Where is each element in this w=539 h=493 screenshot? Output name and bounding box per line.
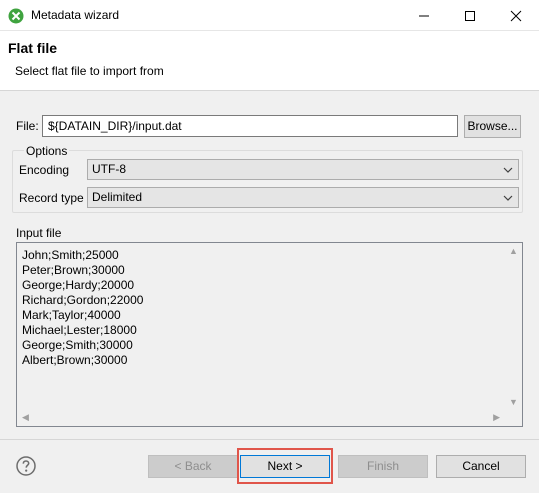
page-description: Select flat file to import from — [15, 64, 164, 78]
input-file-lines: John;Smith;25000 Peter;Brown;30000 Georg… — [22, 248, 143, 368]
record-type-select[interactable]: Delimited — [87, 187, 519, 208]
minimize-button[interactable] — [401, 0, 447, 31]
wizard-banner: Flat file Select flat file to import fro… — [0, 31, 539, 91]
record-type-label: Record type — [19, 191, 84, 205]
input-line: George;Smith;30000 — [22, 338, 133, 352]
page-title: Flat file — [8, 40, 58, 56]
footer-separator — [0, 439, 539, 440]
input-line: Mark;Taylor;40000 — [22, 308, 121, 322]
title-bar: Metadata wizard — [0, 0, 539, 31]
encoding-label: Encoding — [19, 163, 70, 177]
scroll-up-icon[interactable]: ▲ — [509, 246, 518, 256]
input-line: George;Hardy;20000 — [22, 278, 135, 292]
encoding-select[interactable]: UTF-8 — [87, 159, 519, 180]
input-file-label: Input file — [16, 226, 62, 240]
maximize-button[interactable] — [447, 0, 493, 31]
scroll-left-icon[interactable]: ◀ — [22, 412, 29, 423]
back-button[interactable]: < Back — [148, 455, 238, 478]
options-group-label: Options — [24, 144, 70, 158]
metadata-wizard-icon — [8, 8, 24, 24]
vertical-scrollbar[interactable]: ▲ ▼ — [505, 243, 522, 410]
next-button[interactable]: Next > — [240, 455, 330, 478]
browse-button[interactable]: Browse... — [464, 115, 521, 138]
finish-button[interactable]: Finish — [338, 455, 428, 478]
horizontal-scrollbar[interactable]: ◀ ▶ — [17, 409, 505, 426]
input-line: Richard;Gordon;22000 — [22, 293, 144, 307]
minimize-icon — [419, 15, 429, 17]
file-path-input[interactable]: ${DATAIN_DIR}/input.dat — [42, 115, 458, 137]
chevron-down-icon — [503, 195, 513, 201]
maximize-icon — [465, 11, 475, 21]
close-button[interactable] — [493, 0, 539, 31]
cancel-button[interactable]: Cancel — [436, 455, 526, 478]
input-line: Michael;Lester;18000 — [22, 323, 137, 337]
close-icon — [510, 10, 522, 22]
input-file-preview[interactable]: John;Smith;25000 Peter;Brown;30000 Georg… — [16, 242, 523, 427]
scroll-right-icon[interactable]: ▶ — [493, 412, 500, 423]
scroll-down-icon[interactable]: ▼ — [509, 397, 518, 407]
input-line: Peter;Brown;30000 — [22, 263, 125, 277]
chevron-down-icon — [503, 167, 513, 173]
window-title: Metadata wizard — [31, 8, 120, 22]
record-type-value: Delimited — [92, 190, 143, 204]
help-icon[interactable] — [16, 456, 36, 476]
scrollbar-corner — [505, 409, 522, 426]
input-line: Albert;Brown;30000 — [22, 353, 128, 367]
input-line: John;Smith;25000 — [22, 248, 119, 262]
file-label: File: — [16, 119, 39, 133]
encoding-value: UTF-8 — [92, 162, 126, 176]
